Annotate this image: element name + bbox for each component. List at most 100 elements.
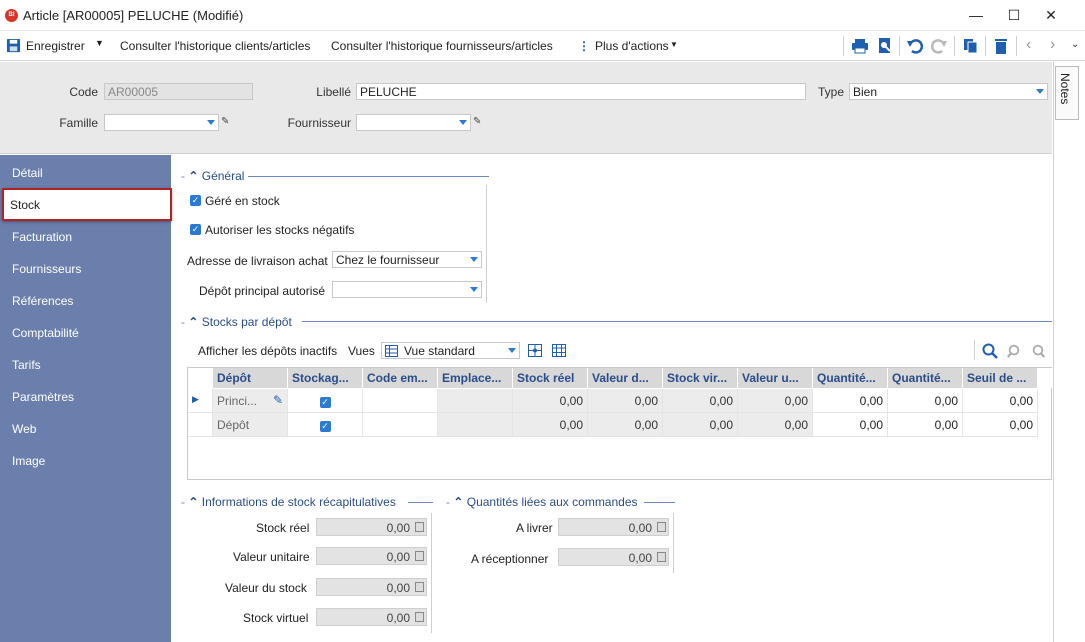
sidebar-item-tarifs[interactable]: Tarifs — [12, 358, 41, 372]
show-inactive-depots-toggle[interactable]: Afficher les dépôts inactifs — [198, 344, 337, 358]
type-value: Bien — [853, 85, 878, 99]
column-header[interactable]: Stockag... — [288, 368, 363, 388]
duplicate-icon[interactable] — [962, 37, 980, 55]
fournisseur-select[interactable] — [356, 114, 471, 131]
sidebar-item-parametres[interactable]: Paramètres — [12, 390, 74, 404]
column-header[interactable]: Dépôt — [213, 368, 288, 388]
chevron-down-icon — [459, 120, 467, 125]
chevron-down-icon — [470, 257, 478, 262]
search-next-icon[interactable] — [1031, 344, 1045, 358]
table-cell: 0,00 — [663, 413, 738, 437]
grid-layout-icon[interactable] — [552, 344, 566, 357]
orders-section-header[interactable]: - ⌃ Quantités liées aux commandes — [446, 495, 638, 509]
close-button[interactable]: ✕ — [1041, 6, 1061, 24]
sidebar-item-stock[interactable]: Stock — [2, 188, 172, 221]
stockage-checkbox[interactable]: ✓ — [319, 421, 331, 432]
table-cell[interactable]: 0,00 — [888, 413, 963, 437]
column-header[interactable]: Quantité... — [813, 368, 888, 388]
table-cell[interactable]: 0,00 — [888, 389, 963, 413]
toolbar-separator — [899, 36, 900, 56]
sidebar-item-detail[interactable]: Détail — [12, 166, 43, 180]
table-cell[interactable]: 0,00 — [813, 413, 888, 437]
column-header[interactable]: Emplace... — [438, 368, 513, 388]
autoriser-negatifs-checkbox[interactable]: ✓ — [190, 224, 201, 235]
table-cell: 0,00 — [513, 413, 588, 437]
previous-icon[interactable]: ‹ — [1026, 36, 1031, 54]
calculator-icon[interactable] — [657, 522, 666, 532]
view-settings-icon[interactable] — [528, 344, 542, 357]
save-button[interactable]: Enregistrer — [26, 39, 85, 53]
column-header[interactable]: Seuil de ... — [963, 368, 1038, 388]
edit-pencil-icon[interactable]: ✎ — [273, 393, 283, 407]
save-dropdown-icon[interactable]: ▼ — [95, 38, 104, 48]
toolbar-overflow-icon[interactable]: ⌄ — [1071, 39, 1079, 50]
sidebar-item-comptabilite[interactable]: Comptabilité — [12, 326, 79, 340]
column-header[interactable]: Stock vir... — [663, 368, 738, 388]
edit-pencil-icon[interactable]: ✎ — [221, 116, 229, 127]
gere-en-stock-checkbox[interactable]: ✓ — [190, 195, 201, 206]
table-cell[interactable]: 0,00 — [813, 389, 888, 413]
chevron-down-icon — [207, 120, 215, 125]
sidebar-item-facturation[interactable]: Facturation — [12, 230, 72, 244]
view-select[interactable]: Vue standard — [381, 342, 520, 359]
history-clients-button[interactable]: Consulter l'historique clients/articles — [120, 39, 310, 53]
column-header[interactable]: Quantité... — [888, 368, 963, 388]
libelle-field[interactable]: PELUCHE — [356, 83, 806, 100]
famille-select[interactable] — [104, 114, 219, 131]
stocks-grid: Dépôt Stockag... Code em... Emplace... S… — [187, 367, 1052, 480]
table-cell: 0,00 — [738, 413, 813, 437]
type-select[interactable]: Bien — [849, 83, 1048, 100]
summary-section-header[interactable]: - ⌃ Informations de stock récapitulative… — [181, 495, 396, 509]
sidebar-item-fournisseurs[interactable]: Fournisseurs — [12, 262, 81, 276]
table-cell[interactable]: Princi... ✎ — [213, 389, 288, 413]
calculator-icon[interactable] — [415, 582, 424, 592]
print-preview-icon[interactable] — [876, 37, 894, 55]
calculator-icon[interactable] — [415, 522, 424, 532]
table-cell[interactable]: 0,00 — [963, 389, 1038, 413]
column-header[interactable]: Stock réel — [513, 368, 588, 388]
column-header[interactable]: Valeur u... — [738, 368, 813, 388]
table-cell[interactable] — [363, 389, 438, 413]
minimize-button[interactable]: — — [966, 6, 986, 24]
save-icon[interactable] — [6, 38, 21, 53]
history-suppliers-button[interactable]: Consulter l'historique fournisseurs/arti… — [331, 39, 553, 53]
notes-tab[interactable]: Notes — [1055, 66, 1079, 120]
undo-icon[interactable] — [906, 37, 924, 55]
a-receptionner-field: 0,00 — [558, 548, 669, 566]
chevron-down-icon — [470, 287, 478, 292]
delete-icon[interactable] — [992, 37, 1010, 55]
sidebar-item-web[interactable]: Web — [12, 422, 36, 436]
notes-label: Notes — [1058, 73, 1072, 105]
row-current-indicator-icon: ▶ — [188, 389, 213, 413]
next-icon[interactable]: › — [1050, 36, 1055, 54]
sidebar-item-image[interactable]: Image — [12, 454, 45, 468]
more-actions-dropdown-icon[interactable]: ▼ — [670, 40, 678, 49]
more-actions-icon[interactable]: ⋮ — [578, 39, 590, 53]
table-cell[interactable] — [363, 413, 438, 437]
table-cell[interactable]: Dépôt — [213, 413, 288, 437]
general-section-header[interactable]: - ⌃ Général — [181, 169, 244, 183]
maximize-button[interactable]: ☐ — [1004, 6, 1024, 24]
depot-principal-select[interactable] — [332, 281, 482, 298]
table-cell[interactable]: 0,00 — [963, 413, 1038, 437]
column-header[interactable]: Valeur d... — [588, 368, 663, 388]
stocks-section-header[interactable]: - ⌃ Stocks par dépôt — [181, 315, 292, 329]
print-icon[interactable] — [851, 37, 869, 55]
sidebar-item-references[interactable]: Références — [12, 294, 73, 308]
column-header[interactable]: Code em... — [363, 368, 438, 388]
more-actions-button[interactable]: Plus d'actions — [595, 39, 669, 53]
edit-pencil-icon[interactable]: ✎ — [473, 116, 481, 127]
notes-panel — [1053, 62, 1085, 642]
calculator-icon[interactable] — [415, 551, 424, 561]
calculator-icon[interactable] — [657, 552, 666, 562]
libelle-label: Libellé — [316, 85, 351, 99]
search-previous-icon[interactable] — [1007, 344, 1021, 358]
section-divider — [302, 321, 1052, 322]
search-icon[interactable] — [982, 343, 998, 359]
redo-icon[interactable] — [930, 37, 948, 55]
stockage-checkbox[interactable]: ✓ — [319, 397, 331, 408]
calculator-icon[interactable] — [415, 612, 424, 622]
table-cell: ✓ — [288, 389, 363, 413]
adresse-livraison-select[interactable]: Chez le fournisseur — [332, 251, 482, 268]
toolbar-separator — [985, 36, 986, 56]
